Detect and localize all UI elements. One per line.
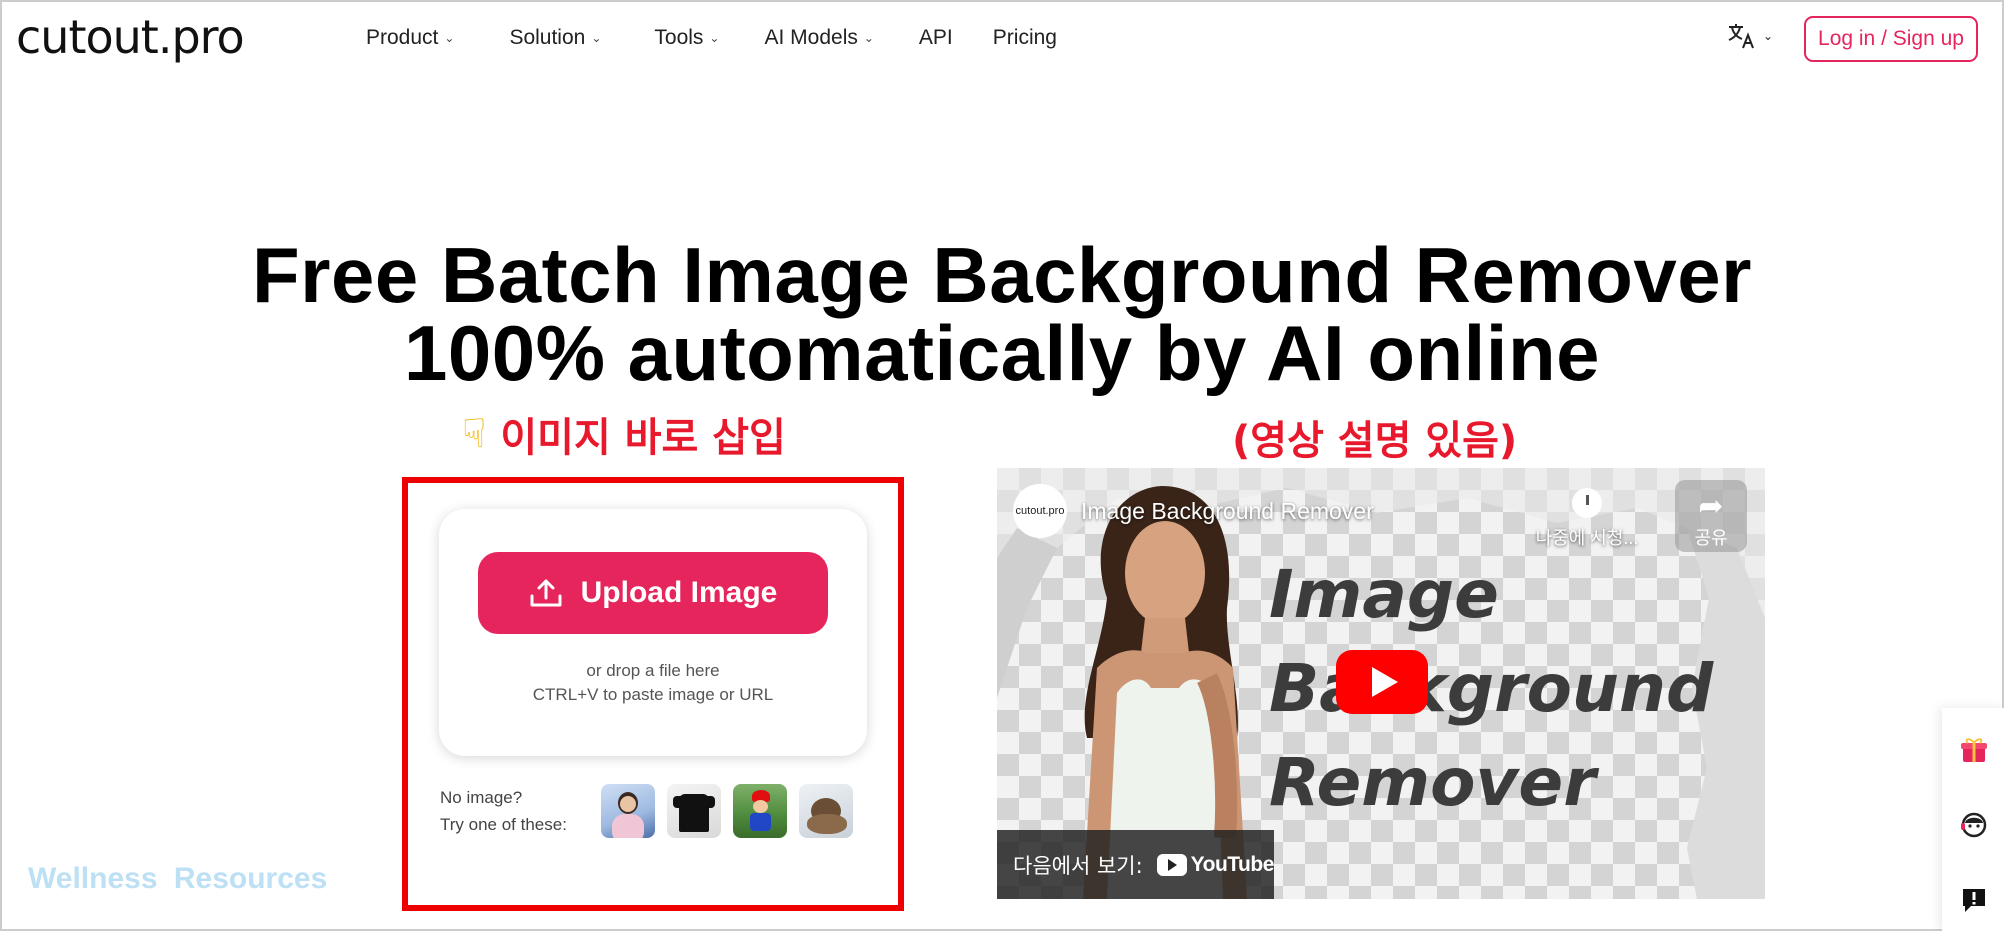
play-button[interactable]: [1336, 650, 1428, 714]
nav-label: Solution: [509, 26, 586, 49]
nav-ai-models[interactable]: AI Models ⌄: [764, 26, 873, 50]
channel-avatar[interactable]: cutout.pro: [1013, 484, 1067, 538]
annotation-video-note: (영상 설명 있음): [1232, 418, 1518, 464]
pointing-hand-icon: ☟: [462, 411, 487, 457]
nav-tools[interactable]: Tools ⌄: [654, 26, 719, 50]
youtube-label: YouTube: [1190, 852, 1275, 876]
login-signup-button[interactable]: Log in / Sign up: [1804, 16, 1978, 62]
annotation-insert-image: ☟ 이미지 바로 삽입: [462, 405, 786, 463]
share-label: 공유: [1694, 528, 1728, 548]
drop-hint: or drop a file here CTRL+V to paste imag…: [439, 659, 867, 707]
hero-title-line1: Free Batch Image Background Remover: [252, 231, 1752, 319]
upload-icon: [530, 579, 562, 607]
watermark-text: Wellness Resources: [28, 862, 328, 895]
watch-later-label: 나중에 시청...: [1535, 528, 1639, 548]
nav-api[interactable]: API: [919, 26, 953, 50]
chevron-down-icon: ⌄: [1763, 29, 1774, 43]
upload-dropzone[interactable]: Upload Image or drop a file here CTRL+V …: [439, 509, 867, 756]
youtube-video-embed[interactable]: cutout.pro Image Background Remover 나중에 …: [997, 468, 1765, 899]
chevron-down-icon: ⌄: [709, 31, 720, 45]
video-overlay-text: Remover: [1269, 744, 1596, 821]
gift-icon[interactable]: [1960, 736, 1988, 764]
chevron-down-icon: ⌄: [863, 31, 874, 45]
upload-button-label: Upload Image: [580, 576, 778, 609]
sample-shape: [620, 796, 636, 812]
sample-shape: [673, 796, 715, 808]
sample-shape: [612, 814, 644, 838]
site-logo[interactable]: cutout.pro: [16, 10, 245, 64]
sample-dog-thumbnail[interactable]: [799, 784, 853, 838]
paste-hint-line: CTRL+V to paste image or URL: [532, 685, 774, 704]
sample-images: [601, 784, 865, 838]
youtube-logo: YouTube: [1156, 852, 1275, 877]
watch-on-label: 다음에서 보기:: [1013, 853, 1143, 878]
nav-label: Pricing: [992, 26, 1057, 49]
floating-sidebar: [1942, 708, 2004, 931]
sample-girl-thumbnail[interactable]: [601, 784, 655, 838]
share-arrow-icon: ➦: [1698, 490, 1724, 523]
youtube-play-icon: [1156, 853, 1187, 876]
nav-pricing[interactable]: Pricing: [993, 26, 1057, 50]
annotation-text: 이미지 바로 삽입: [500, 415, 786, 461]
clock-icon: [1572, 488, 1602, 518]
try-line1: No image?: [440, 788, 523, 807]
translate-icon: [1728, 24, 1754, 49]
drop-hint-line: or drop a file here: [586, 661, 720, 680]
video-overlay-text: Image: [1269, 556, 1499, 633]
share-button[interactable]: ➦ 공유: [1675, 480, 1747, 552]
main-nav: Product ⌄ Solution ⌄ Tools ⌄ AI Models ⌄ API…: [366, 26, 1057, 50]
nav-label: AI Models: [764, 26, 858, 49]
nav-solution[interactable]: Solution ⌄: [509, 26, 601, 50]
video-title[interactable]: Image Background Remover: [1081, 498, 1374, 525]
sample-mario-thumbnail[interactable]: [733, 784, 787, 838]
sample-tshirt-thumbnail[interactable]: [667, 784, 721, 838]
sample-shape: [750, 813, 771, 831]
chevron-down-icon: ⌄: [591, 31, 602, 45]
video-title-bar: cutout.pro Image Background Remover: [1013, 484, 1374, 538]
upload-image-button[interactable]: Upload Image: [478, 552, 828, 634]
watch-later-button[interactable]: 나중에 시청...: [1527, 488, 1647, 550]
nav-label: Product: [366, 26, 439, 49]
support-agent-icon[interactable]: [1960, 811, 1988, 839]
watch-on-youtube-button[interactable]: 다음에서 보기: YouTube: [997, 830, 1274, 899]
language-selector[interactable]: ⌄: [1727, 22, 1773, 50]
hero-title-line2: 100% automatically by AI online: [404, 309, 1600, 397]
nav-product[interactable]: Product ⌄: [366, 26, 454, 50]
feedback-icon[interactable]: [1960, 886, 1988, 914]
chevron-down-icon: ⌄: [444, 31, 455, 45]
nav-label: Tools: [654, 26, 704, 49]
nav-label: API: [918, 26, 953, 49]
try-samples-label: No image? Try one of these:: [440, 784, 567, 838]
sample-shape: [807, 814, 847, 834]
sample-shape: [753, 800, 768, 813]
hero-title: Free Batch Image Background Remover 100%…: [0, 236, 2004, 392]
top-header: cutout.pro Product ⌄ Solution ⌄ Tools ⌄ AI …: [0, 0, 2004, 78]
try-line2: Try one of these:: [440, 815, 567, 834]
